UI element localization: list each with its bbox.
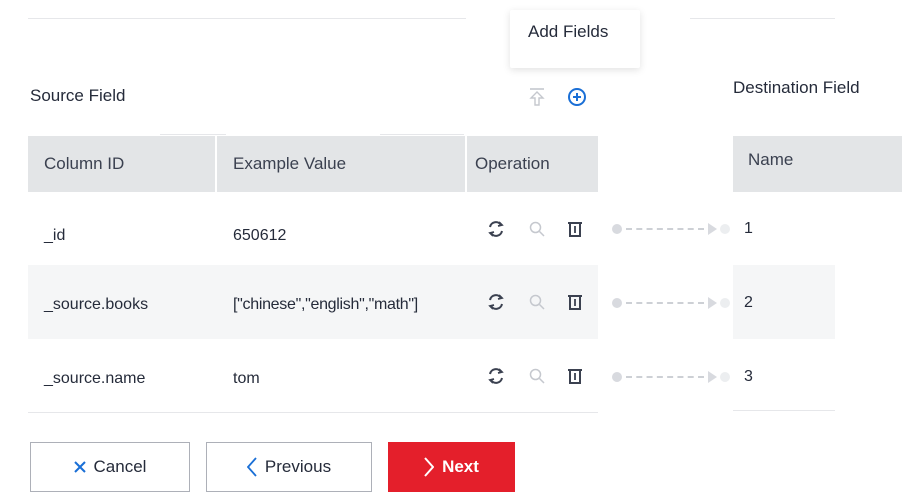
previous-button[interactable]: Previous — [206, 442, 372, 492]
cancel-label: Cancel — [93, 457, 147, 476]
source-field-title: Source Field — [30, 86, 126, 105]
header-separator — [215, 136, 217, 192]
close-icon — [73, 461, 86, 473]
column-header-example-value: Example Value — [233, 154, 347, 173]
row-3-example-value: tom — [233, 370, 260, 387]
row-1-example-value: 650612 — [233, 227, 287, 244]
next-label: Next — [442, 457, 479, 476]
row-1-column-id: _id — [44, 227, 66, 244]
connector-arrow-icon — [708, 371, 717, 383]
connector-end-dot[interactable] — [720, 298, 730, 308]
connector-line — [626, 302, 704, 304]
connector-end-dot[interactable] — [720, 372, 730, 382]
connector-start-dot[interactable] — [612, 298, 622, 308]
connector-arrow-icon — [708, 223, 717, 235]
source-table-bottom-line — [28, 412, 598, 413]
top-divider-right — [690, 18, 835, 19]
trash-icon[interactable] — [565, 292, 585, 312]
chevron-left-icon — [246, 457, 257, 477]
row-3-column-id: _source.name — [44, 370, 146, 387]
refresh-icon[interactable] — [486, 219, 506, 239]
destination-table-bottom-line — [733, 410, 835, 411]
column-header-column-id: Column ID — [44, 154, 125, 173]
header-top-line — [380, 134, 464, 135]
previous-label: Previous — [264, 457, 332, 476]
next-button[interactable]: Next — [388, 442, 515, 492]
cancel-button[interactable]: Cancel — [30, 442, 190, 492]
destination-field-title: Destination Field — [733, 78, 860, 97]
row-2-column-id: _source.books — [44, 296, 149, 313]
chevron-right-icon — [424, 457, 435, 477]
destination-row-3-name: 3 — [744, 368, 753, 385]
top-divider-left — [28, 18, 466, 19]
search-icon[interactable] — [527, 366, 547, 386]
destination-row-1-name: 1 — [744, 220, 753, 237]
connector-start-dot[interactable] — [612, 224, 622, 234]
add-fields-icon[interactable] — [566, 86, 588, 108]
tooltip-text: Add Fields — [528, 22, 609, 41]
trash-icon[interactable] — [565, 366, 585, 386]
header-top-line — [160, 134, 226, 135]
connector-start-dot[interactable] — [612, 372, 622, 382]
trash-icon[interactable] — [565, 219, 585, 239]
connector-line — [626, 228, 704, 230]
column-header-name: Name — [748, 150, 794, 169]
connector-end-dot[interactable] — [720, 224, 730, 234]
search-icon[interactable] — [527, 219, 547, 239]
refresh-icon[interactable] — [486, 292, 506, 312]
connector-arrow-icon — [708, 297, 717, 309]
column-header-operation: Operation — [475, 154, 550, 173]
destination-row-2-name: 2 — [744, 294, 753, 311]
connector-line — [626, 376, 704, 378]
move-to-top-icon[interactable] — [527, 86, 547, 108]
add-fields-tooltip: Add Fields — [510, 10, 640, 68]
search-icon[interactable] — [527, 292, 547, 312]
header-separator — [465, 136, 467, 192]
refresh-icon[interactable] — [486, 366, 506, 386]
row-2-example-value: ["chinese","english","math"] — [233, 296, 418, 313]
